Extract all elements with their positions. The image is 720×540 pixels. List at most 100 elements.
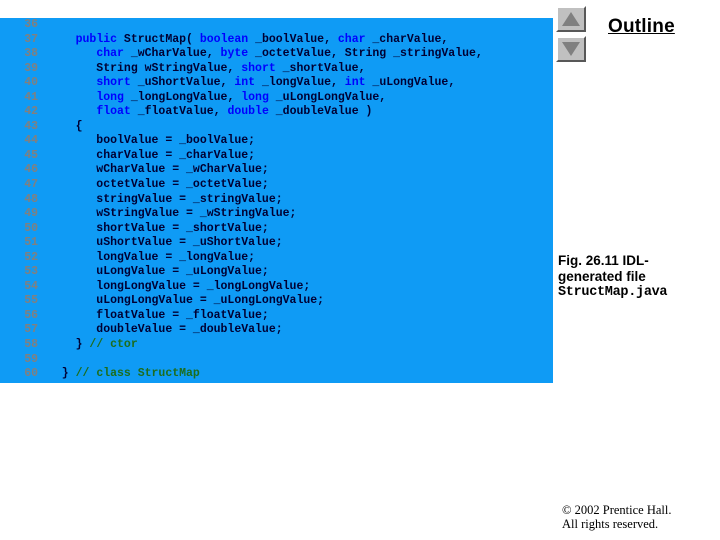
code-token: uLongValue = _uLongValue; (48, 265, 269, 279)
code-text: longValue = _longValue; (48, 251, 255, 266)
code-token: _uLongLongValue, (268, 90, 387, 104)
code-line: 57 doubleValue = _doubleValue; (0, 323, 553, 338)
code-token: boolValue = _boolValue; (48, 134, 256, 148)
code-token: stringValue = _stringValue; (48, 192, 283, 206)
line-number: 36 (24, 18, 38, 31)
code-text: long _longLongValue, long _uLongLongValu… (48, 91, 386, 106)
code-token: floatValue = _floatValue; (48, 308, 269, 322)
code-line: 45 charValue = _charValue; (0, 149, 553, 164)
code-token: octetValue = _octetValue; (48, 178, 269, 192)
code-token: wStringValue = _wStringValue; (48, 207, 297, 221)
code-text: short _uShortValue, int _longValue, int … (48, 76, 455, 91)
line-number: 53 (24, 265, 38, 279)
code-token: shortValue = _shortValue; (48, 221, 269, 235)
code-token: long (241, 90, 269, 104)
code-line: 54 longLongValue = _longLongValue; (0, 280, 553, 295)
code-token: longLongValue = _longLongValue; (48, 279, 311, 293)
outline-heading: Outline (608, 16, 675, 37)
line-number: 54 (24, 279, 38, 293)
code-token: // ctor (89, 338, 138, 352)
code-token: _charValue, (365, 32, 449, 46)
code-token: char (337, 32, 366, 46)
code-token: String wStringValue, (48, 61, 242, 75)
code-text: floatValue = _floatValue; (48, 309, 269, 324)
scroll-up-button[interactable] (556, 6, 586, 32)
code-token: StructMap( (117, 32, 200, 46)
line-number: 59 (24, 352, 38, 366)
code-token: _uShortValue, (130, 76, 235, 90)
code-token: float (96, 105, 131, 119)
code-text: } // ctor (48, 338, 138, 353)
line-number: 43 (24, 119, 38, 133)
code-token: double (227, 105, 269, 119)
code-text: float _floatValue, double _doubleValue ) (48, 105, 372, 120)
code-token: _uLongValue, (365, 76, 456, 90)
line-number: 38 (24, 47, 38, 61)
code-line: 53 uLongValue = _uLongValue; (0, 265, 553, 280)
code-token: _octetValue, String _stringValue, (248, 47, 483, 61)
code-text: public StructMap( boolean _boolValue, ch… (48, 32, 449, 48)
code-line: 52 longValue = _longValue; (0, 251, 553, 266)
code-line: 44 boolValue = _boolValue; (0, 134, 553, 149)
code-text: longLongValue = _longLongValue; (48, 280, 310, 295)
code-token: } (48, 338, 90, 352)
triangle-up-icon (562, 12, 580, 26)
triangle-down-icon (562, 42, 580, 56)
code-line: 39 String wStringValue, short _shortValu… (0, 62, 553, 77)
code-line: 47 octetValue = _octetValue; (0, 178, 553, 193)
code-token: } (48, 367, 76, 381)
line-number: 47 (24, 178, 38, 192)
code-token: int (234, 76, 256, 90)
code-token: _wCharValue, (123, 47, 221, 61)
line-number: 51 (24, 236, 38, 250)
figure-caption: Fig. 26.11 IDL- generated file StructMap… (558, 253, 720, 301)
code-token: // class StructMap (75, 367, 200, 381)
code-token: uShortValue = _uShortValue; (48, 236, 283, 250)
code-text: wCharValue = _wCharValue; (48, 163, 269, 178)
code-line: 42 float _floatValue, double _doubleValu… (0, 105, 553, 120)
copyright-line: © 2002 Prentice Hall. (562, 503, 672, 517)
code-token: short (241, 61, 276, 75)
caption-filename: StructMap.java (558, 285, 668, 300)
code-token: _floatValue, (130, 105, 228, 119)
code-token: _shortValue, (275, 61, 366, 75)
code-line: 49 wStringValue = _wStringValue; (0, 207, 553, 222)
code-listing-panel: 36 37 public StructMap( boolean _boolValu… (0, 18, 553, 383)
code-text: boolValue = _boolValue; (48, 134, 255, 149)
code-line: 36 (0, 18, 553, 33)
code-line: 43 { (0, 120, 553, 135)
code-text: wStringValue = _wStringValue; (48, 207, 296, 222)
code-text: stringValue = _stringValue; (48, 192, 283, 208)
code-text: uLongLongValue = _uLongLongValue; (48, 294, 324, 309)
line-number: 50 (24, 221, 38, 235)
code-token: _longValue, (255, 76, 345, 90)
line-number: 42 (24, 105, 38, 119)
code-line: 46 wCharValue = _wCharValue; (0, 163, 553, 178)
code-line: 48 stringValue = _stringValue; (0, 193, 553, 208)
code-line: 51 uShortValue = _uShortValue; (0, 236, 553, 251)
line-number: 46 (24, 163, 38, 177)
code-line: 59 (0, 353, 553, 368)
code-token: uLongLongValue = _uLongLongValue; (48, 294, 325, 308)
code-text: shortValue = _shortValue; (48, 222, 269, 237)
code-token: { (48, 119, 83, 133)
code-line: 38 char _wCharValue, byte _octetValue, S… (0, 47, 553, 62)
caption-line-2: generated file (558, 268, 646, 284)
code-line: 37 public StructMap( boolean _boolValue,… (0, 33, 553, 48)
line-number: 52 (24, 250, 38, 264)
code-token: public (75, 32, 118, 46)
line-number: 45 (24, 148, 38, 162)
code-text: doubleValue = _doubleValue; (48, 323, 282, 338)
scroll-down-button[interactable] (556, 36, 586, 62)
code-text: uShortValue = _uShortValue; (48, 236, 283, 251)
scroll-button-group (556, 6, 588, 66)
code-text: } // class StructMap (48, 367, 200, 382)
code-token: longValue = _longValue; (48, 250, 256, 264)
code-text: char _wCharValue, byte _octetValue, Stri… (48, 47, 483, 62)
code-line: 50 shortValue = _shortValue; (0, 222, 553, 237)
code-line: 55 uLongLongValue = _uLongLongValue; (0, 294, 553, 309)
